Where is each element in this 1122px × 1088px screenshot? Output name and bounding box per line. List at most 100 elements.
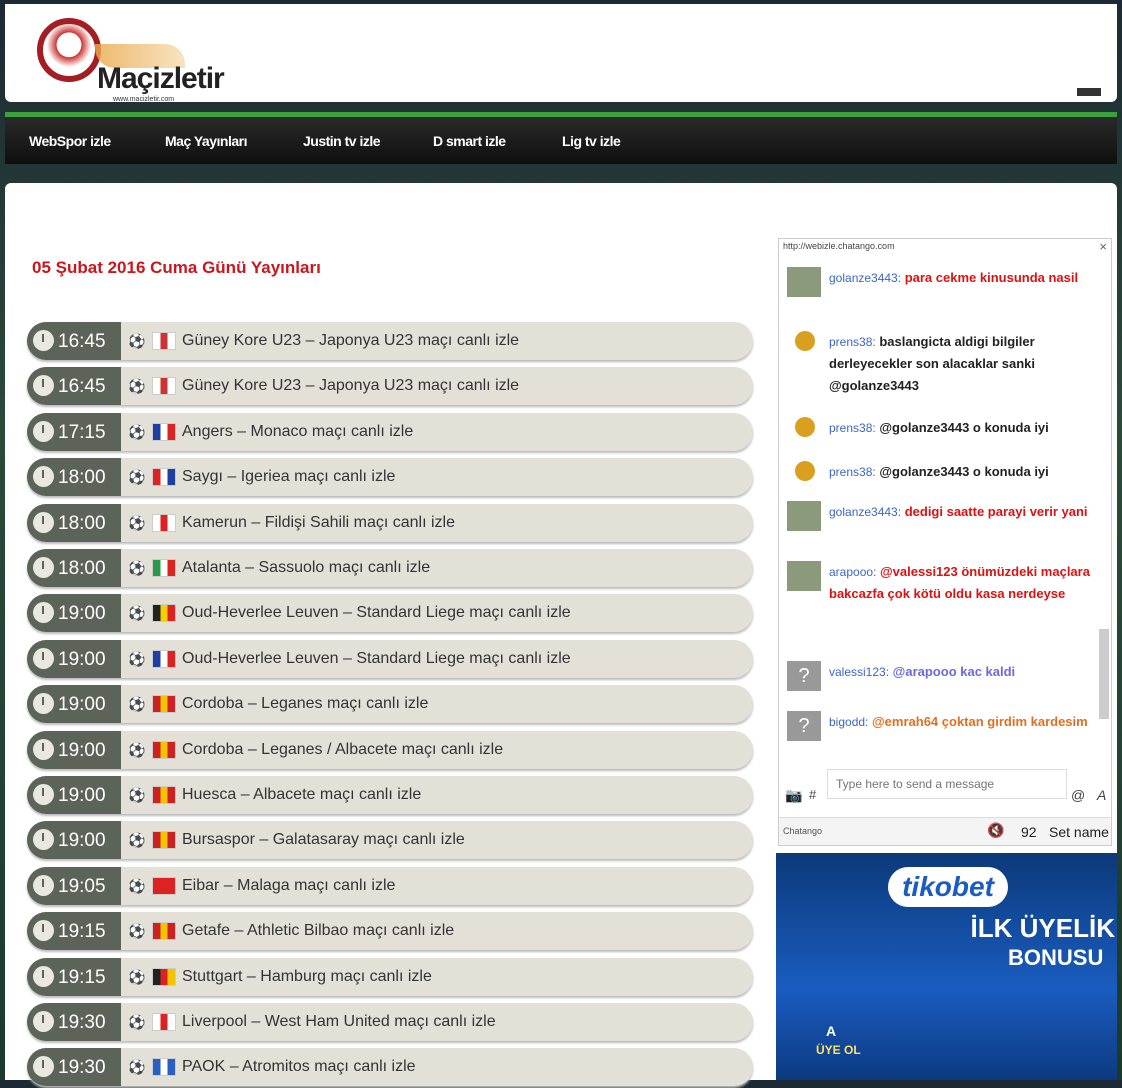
chat-text: @golanze3443 o konuda iyi	[879, 420, 1049, 435]
match-row[interactable]: 19:00 ⚽ Oud-Heverlee Leuven – Standard L…	[27, 594, 753, 633]
ad-subheadline: BONUSU	[1008, 945, 1104, 970]
tikobet-ad-banner[interactable]: tikobet İLK ÜYELİK BONUSU A ÜYE OL	[776, 853, 1117, 1080]
logo-url: www.macizletir.com	[113, 96, 175, 103]
clock-icon	[33, 1011, 54, 1032]
clock-icon	[33, 330, 54, 351]
football-icon: ⚽	[128, 968, 146, 985]
football-icon: ⚽	[128, 605, 146, 622]
nav-webspor[interactable]: WebSpor izle	[29, 133, 111, 149]
default-avatar-icon: ?	[787, 661, 821, 691]
match-row[interactable]: 16:45 ⚽ Güney Kore U23 – Japonya U23 maç…	[27, 367, 753, 406]
user-badge-icon	[795, 331, 815, 351]
match-link[interactable]: Liverpool – West Ham United maçı canlı i…	[182, 1013, 496, 1031]
football-icon: ⚽	[128, 696, 146, 713]
match-link[interactable]: Bursaspor – Galatasaray maçı canlı izle	[182, 831, 465, 849]
match-row[interactable]: 19:15 ⚽ Getafe – Athletic Bilbao maçı ca…	[27, 912, 753, 951]
chatango-link[interactable]: Chatango	[783, 826, 822, 836]
user-badge-icon	[795, 417, 815, 437]
site-logo[interactable]: Maçizletir www.macizletir.com	[35, 16, 235, 103]
chat-url[interactable]: http://webizle.chatango.com	[783, 241, 895, 251]
football-icon: ⚽	[128, 1014, 146, 1030]
match-link[interactable]: Cordoba – Leganes maçı canlı izle	[182, 695, 428, 713]
clock-icon	[33, 511, 54, 533]
chat-scrollbar[interactable]	[1099, 629, 1109, 719]
match-row[interactable]: 19:00 ⚽ Oud-Heverlee Leuven – Standard L…	[27, 639, 753, 678]
football-logo-icon	[37, 18, 101, 82]
nav-justin-tv[interactable]: Justin tv izle	[303, 133, 381, 149]
football-icon: ⚽	[128, 423, 146, 440]
match-link[interactable]: Oud-Heverlee Leuven – Standard Liege maç…	[182, 604, 571, 622]
match-row[interactable]: 16:45 ⚽ Güney Kore U23 – Japonya U23 maç…	[27, 322, 753, 360]
chat-username[interactable]: golanze3443:	[829, 271, 901, 285]
emoticon-button[interactable]: @	[1071, 787, 1085, 803]
country-flag-icon	[152, 468, 176, 487]
football-icon: ⚽	[128, 560, 146, 576]
font-style-button[interactable]: A	[1097, 787, 1106, 803]
country-flag-icon	[152, 740, 176, 759]
site-header: Maçizletir www.macizletir.com	[5, 4, 1117, 103]
clock-icon	[33, 874, 54, 896]
avatar[interactable]	[787, 267, 821, 297]
camera-icon[interactable]: 📷	[785, 787, 802, 804]
match-link[interactable]: Güney Kore U23 – Japonya U23 maçı canlı …	[182, 377, 519, 395]
hashtag-button[interactable]: #	[809, 787, 816, 802]
match-row[interactable]: 19:30 ⚽ Liverpool – West Ham United maçı…	[27, 1003, 753, 1041]
match-link[interactable]: Getafe – Athletic Bilbao maçı canlı izle	[182, 922, 454, 940]
match-link[interactable]: Kamerun – Fildişi Sahili maçı canlı izle	[182, 514, 455, 532]
match-link[interactable]: Saygı – Igeriea maçı canlı izle	[182, 468, 395, 486]
match-row[interactable]: 19:05 ⚽ Eibar – Malaga maçı canlı izle	[27, 866, 753, 905]
close-icon[interactable]: ×	[1099, 239, 1107, 254]
football-icon: ⚽	[128, 1059, 146, 1076]
match-link[interactable]: Atalanta – Sassuolo maçı canlı izle	[182, 559, 430, 577]
clock-icon	[33, 738, 54, 760]
nav-lig-tv[interactable]: Lig tv izle	[562, 133, 621, 149]
match-row[interactable]: 18:00 ⚽ Kamerun – Fildişi Sahili maçı ca…	[27, 503, 753, 542]
chat-username[interactable]: prens38:	[829, 421, 876, 435]
match-row[interactable]: 19:00 ⚽ Bursaspor – Galatasaray maçı can…	[27, 821, 753, 860]
chat-message: arapooo: @valessi123 önümüzdeki maçlara …	[787, 561, 1092, 605]
country-flag-icon	[152, 967, 176, 986]
match-row[interactable]: 17:15 ⚽ Angers – Monaco maçı canlı izle	[27, 412, 753, 451]
nav-mac-yayinlari[interactable]: Maç Yayınları	[165, 133, 247, 149]
match-row[interactable]: 18:00 ⚽ Saygı – Igeriea maçı canlı izle	[27, 458, 753, 497]
clock-icon	[33, 647, 54, 669]
match-link[interactable]: Huesca – Albacete maçı canlı izle	[182, 786, 421, 804]
chat-username[interactable]: prens38:	[829, 335, 876, 349]
country-flag-icon	[152, 831, 176, 850]
match-row[interactable]: 19:15 ⚽ Stuttgart – Hamburg maçı canlı i…	[27, 957, 753, 996]
chat-message-input[interactable]	[827, 769, 1067, 799]
chat-username[interactable]: valessi123:	[829, 665, 889, 679]
chat-message: prens38: @golanze3443 o konuda iyi	[787, 461, 1092, 483]
football-icon: ⚽	[128, 514, 146, 531]
match-link[interactable]: Angers – Monaco maçı canlı izle	[182, 423, 413, 441]
match-link[interactable]: Oud-Heverlee Leuven – Standard Liege maç…	[182, 650, 571, 668]
chat-message: golanze3443: dedigi saatte parayi verir …	[787, 501, 1092, 531]
avatar[interactable]	[787, 561, 821, 591]
match-link[interactable]: Eibar – Malaga maçı canlı izle	[182, 877, 395, 895]
match-link[interactable]: Güney Kore U23 – Japonya U23 maçı canlı …	[182, 332, 519, 350]
match-row[interactable]: 19:30 ⚽ PAOK – Atromitos maçı canlı izle	[27, 1048, 753, 1087]
match-link[interactable]: PAOK – Atromitos maçı canlı izle	[182, 1058, 416, 1076]
set-name-button[interactable]: Set name	[1049, 824, 1109, 840]
nav-d-smart[interactable]: D smart izle	[433, 133, 506, 149]
ad-headline: İLK ÜYELİK	[970, 913, 1115, 943]
chat-text: para cekme kinusunda nasil	[904, 270, 1079, 285]
match-row[interactable]: 19:00 ⚽ Huesca – Albacete maçı canlı izl…	[27, 776, 753, 814]
match-link[interactable]: Stuttgart – Hamburg maçı canlı izle	[182, 968, 432, 986]
match-row[interactable]: 19:00 ⚽ Cordoba – Leganes / Albacete maç…	[27, 730, 753, 769]
header-button[interactable]	[1077, 88, 1101, 96]
chat-username[interactable]: prens38:	[829, 465, 876, 479]
chat-username[interactable]: bigodd:	[829, 715, 868, 729]
avatar[interactable]	[787, 501, 821, 531]
chat-widget: http://webizle.chatango.com × golanze344…	[778, 238, 1112, 846]
match-row[interactable]: 19:00 ⚽ Cordoba – Leganes maçı canlı izl…	[27, 685, 753, 724]
chat-username[interactable]: arapooo:	[829, 565, 876, 579]
mute-icon[interactable]: 🔇	[987, 822, 1004, 839]
chat-text: @emrah64 çoktan girdim kardesim	[872, 714, 1088, 729]
chat-username[interactable]: golanze3443:	[829, 505, 901, 519]
country-flag-icon	[152, 332, 176, 350]
user-badge-icon	[795, 461, 815, 481]
football-icon: ⚽	[128, 378, 146, 395]
match-link[interactable]: Cordoba – Leganes / Albacete maçı canlı …	[182, 741, 503, 759]
match-row[interactable]: 18:00 ⚽ Atalanta – Sassuolo maçı canlı i…	[27, 549, 753, 587]
